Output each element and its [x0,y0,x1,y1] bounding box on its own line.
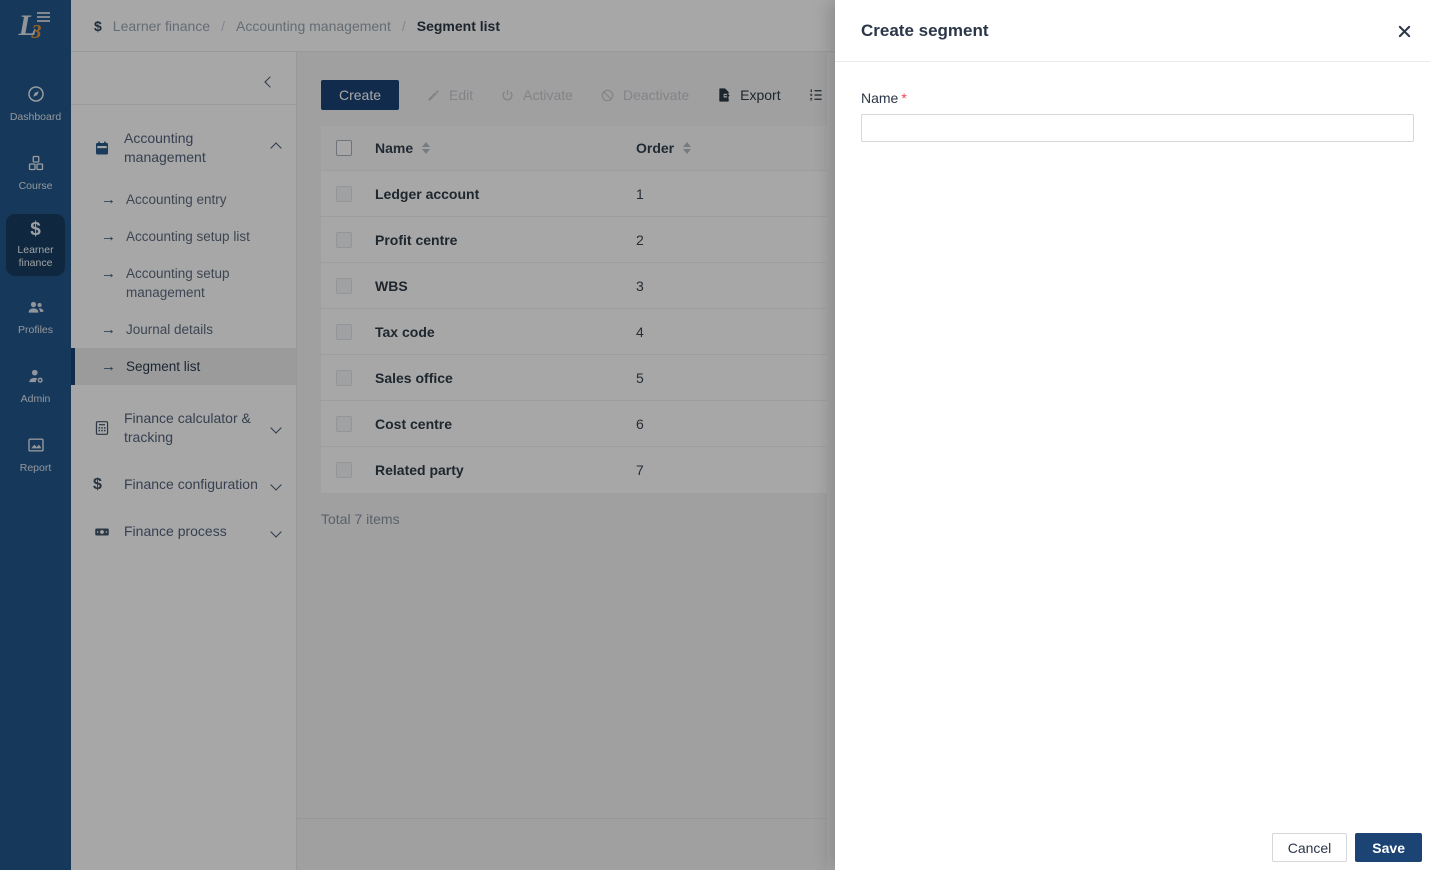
create-segment-drawer: Create segment Name * Cancel Save [835,0,1430,870]
drawer-header: Create segment [835,0,1430,62]
drawer-body: Name * [835,62,1430,142]
cancel-button[interactable]: Cancel [1271,833,1348,862]
save-button[interactable]: Save [1355,833,1422,862]
name-input[interactable] [861,114,1414,142]
name-field-label: Name * [861,90,907,106]
drawer-title: Create segment [861,20,989,40]
required-asterisk: * [901,90,907,106]
drawer-footer: Cancel Save [1271,833,1422,862]
close-icon[interactable] [1398,25,1411,38]
drawer-mask[interactable] [0,0,835,870]
